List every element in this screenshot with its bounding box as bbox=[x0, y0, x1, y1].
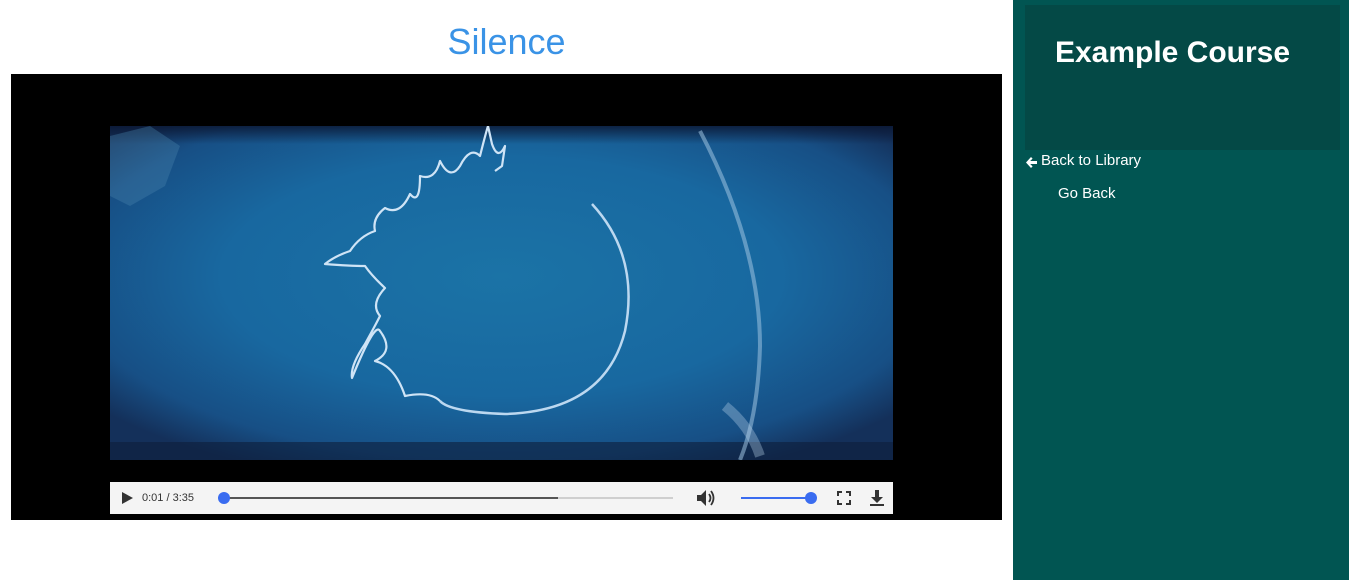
volume-handle[interactable] bbox=[805, 492, 817, 504]
progress-buffered bbox=[222, 497, 558, 499]
play-icon[interactable] bbox=[120, 491, 134, 505]
volume-slider[interactable] bbox=[741, 492, 817, 504]
video-still-image bbox=[110, 126, 893, 460]
arrow-left-icon bbox=[1025, 155, 1038, 168]
volume-icon[interactable] bbox=[696, 489, 716, 507]
back-to-library-label: Back to Library bbox=[1041, 152, 1142, 169]
progress-handle[interactable] bbox=[218, 492, 231, 504]
progress-bar[interactable] bbox=[218, 492, 673, 504]
video-controls: 0:01 / 3:35 bbox=[110, 482, 893, 514]
main-content: Silence 0:01 / 3:35 bbox=[0, 0, 1013, 580]
video-player[interactable]: 0:01 / 3:35 bbox=[11, 74, 1002, 520]
page-title: Silence bbox=[447, 21, 566, 62]
time-display: 0:01 / 3:35 bbox=[142, 492, 194, 504]
course-header: Example Course bbox=[1025, 5, 1340, 150]
volume-level bbox=[741, 497, 811, 499]
back-to-library-link[interactable]: Back to Library bbox=[1025, 151, 1141, 171]
go-back-link[interactable]: Go Back bbox=[1058, 184, 1116, 204]
fullscreen-icon[interactable] bbox=[837, 491, 851, 505]
sidebar: Example Course Back to Library Go Back bbox=[1013, 0, 1349, 580]
download-icon[interactable] bbox=[869, 489, 885, 507]
video-frame[interactable] bbox=[110, 126, 893, 460]
course-title: Example Course bbox=[1054, 36, 1291, 69]
